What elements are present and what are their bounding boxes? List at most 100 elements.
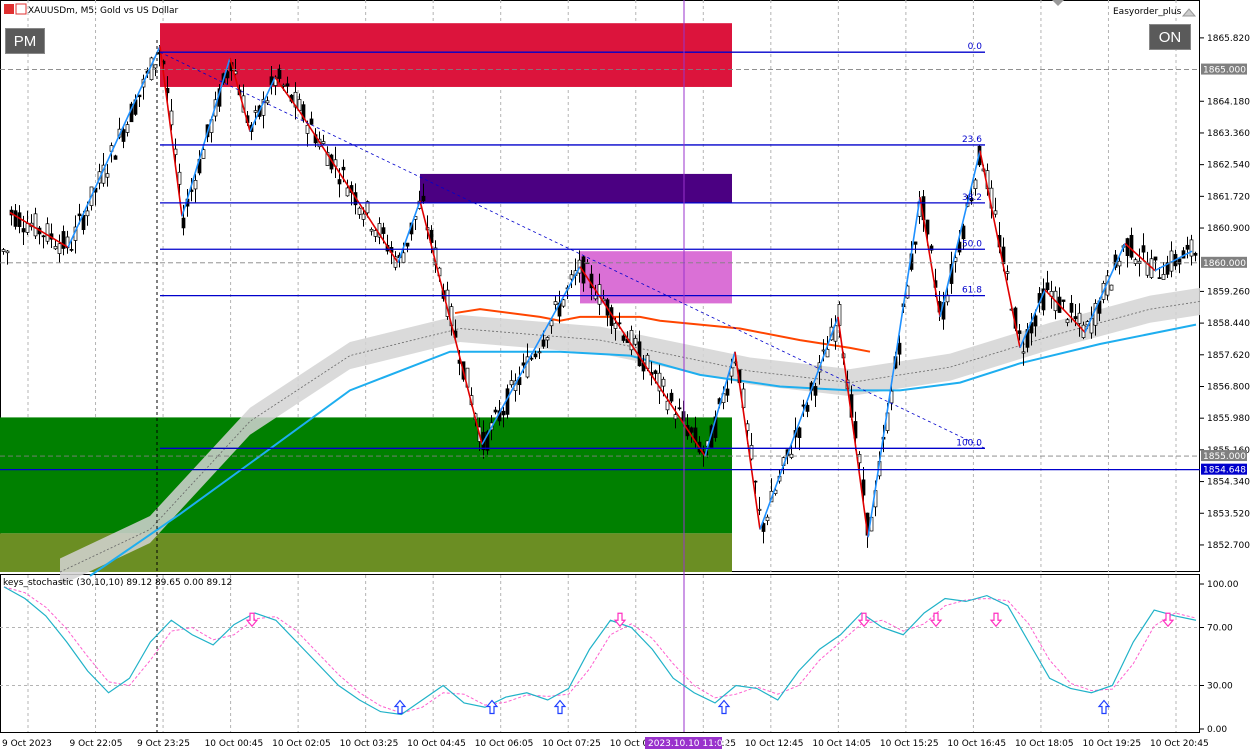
candle-body <box>993 210 998 215</box>
candle-body <box>373 230 378 237</box>
pm-button[interactable]: PM <box>5 28 45 54</box>
stoch-up-arrow <box>553 699 567 715</box>
price-tick-label: 1853.520 <box>1207 509 1250 519</box>
fib-level-label: 23.6 <box>962 135 982 145</box>
candle-body <box>621 335 626 341</box>
candle-body <box>77 213 82 217</box>
candle-body <box>1005 271 1010 274</box>
stoch-down-arrow <box>245 612 259 628</box>
zigzag-down-segment <box>979 150 1021 348</box>
candle-body <box>1073 316 1078 320</box>
candle-body <box>253 110 258 113</box>
candle-body <box>961 225 966 240</box>
candle-body <box>113 155 118 160</box>
candle-body <box>1065 319 1070 323</box>
zigzag-up-segment <box>67 46 161 248</box>
candle-body <box>613 322 618 329</box>
candle-body <box>5 250 10 254</box>
fib-level-label: 0.0 <box>968 42 983 52</box>
symbol-menu-icon <box>15 3 27 15</box>
candle-body <box>669 392 674 402</box>
price-tick-label: 1859.260 <box>1207 287 1250 297</box>
on-button[interactable]: ON <box>1149 24 1191 50</box>
price-tick-label: 1865.820 <box>1207 34 1250 44</box>
time-tick-label: 10 Oct 06:05 <box>475 739 534 749</box>
candle-body <box>193 180 198 190</box>
candle-body <box>797 427 802 438</box>
candle-body <box>1129 234 1134 258</box>
candle-body <box>1061 299 1066 302</box>
time-tick-label: 10 Oct 03:25 <box>340 739 399 749</box>
candle-body <box>689 427 694 433</box>
candle-body <box>1021 351 1026 354</box>
stoch-tick-label: 30.00 <box>1207 682 1233 692</box>
time-tick-label: 10 Oct 00:45 <box>205 739 264 749</box>
stoch-down-arrow <box>989 612 1003 628</box>
candle-body <box>321 141 326 144</box>
candle-body <box>265 100 270 104</box>
candle-body <box>281 84 286 87</box>
stoch-tick-label: 0.00 <box>1207 725 1227 735</box>
candle-body <box>1045 282 1050 291</box>
candle-body <box>545 337 550 341</box>
candle-body <box>41 235 46 238</box>
time-tick-label: 10 Oct 02:05 <box>272 739 331 749</box>
candle-body <box>57 243 62 254</box>
time-tick-label: 10 Oct 15:25 <box>880 739 939 749</box>
candle-body <box>225 71 230 79</box>
candle-body <box>421 195 426 202</box>
fib-level-label: 100.0 <box>956 438 982 448</box>
ea-hat-icon <box>1181 8 1197 17</box>
price-tick-label: 1857.620 <box>1207 351 1250 361</box>
candle-body <box>533 353 538 358</box>
price-marker-label: 1860.000 <box>1203 259 1246 269</box>
candle-body <box>509 380 514 386</box>
candle-body <box>1077 312 1082 324</box>
candle-body <box>405 242 410 247</box>
candle-body <box>369 229 374 232</box>
price-axis-bg <box>1200 0 1259 752</box>
candle-body <box>105 173 110 178</box>
candle-body <box>345 187 350 197</box>
candle-body <box>1157 277 1162 279</box>
candle-body <box>13 210 18 227</box>
ea-name: Easyorder_plus <box>1113 7 1182 17</box>
candle-body <box>653 370 658 374</box>
candle-body <box>25 223 30 233</box>
candle-body <box>1033 315 1038 327</box>
time-tick-label: 10 Oct 07:25 <box>542 739 601 749</box>
candle-body <box>821 349 826 352</box>
candle-body <box>673 414 678 420</box>
fib-level-label: 61.8 <box>962 286 982 296</box>
candle-body <box>1189 239 1194 257</box>
candle-body <box>725 388 730 396</box>
price-tick-label: 1860.900 <box>1207 224 1250 234</box>
zigzag-up-segment <box>397 200 421 264</box>
price-tick-label: 1863.360 <box>1207 129 1250 139</box>
demand-zone <box>0 417 732 534</box>
price-marker-label: 1854.648 <box>1203 466 1246 476</box>
candle-body <box>501 410 506 416</box>
candle-body <box>1161 274 1166 280</box>
chart-canvas[interactable]: 0.0 23.6 38.2 50.0 61.8 100.0 1865.820 1864.180… <box>0 0 1259 752</box>
candle-body <box>357 207 362 215</box>
candle-body <box>569 274 574 280</box>
candle-body <box>805 404 810 412</box>
candle-body <box>381 227 386 234</box>
candle-body <box>1069 302 1074 313</box>
candle-body <box>529 357 534 360</box>
candle-body <box>121 129 126 142</box>
candle-body <box>897 342 902 355</box>
candle-body <box>285 83 290 87</box>
stoch-down-arrow <box>929 612 943 628</box>
scroll-shift-icon <box>1052 0 1064 6</box>
stoch-tick-label: 70.00 <box>1207 624 1233 634</box>
candle-body <box>665 400 670 411</box>
symbol-menu-icon <box>4 4 14 14</box>
fib-level-label: 38.2 <box>962 193 982 203</box>
candle-body <box>85 210 90 217</box>
candle-body <box>493 409 498 413</box>
stoch-signal-line <box>3 586 1197 714</box>
candle-body <box>537 351 542 354</box>
zigzag-up-segment <box>759 316 839 530</box>
